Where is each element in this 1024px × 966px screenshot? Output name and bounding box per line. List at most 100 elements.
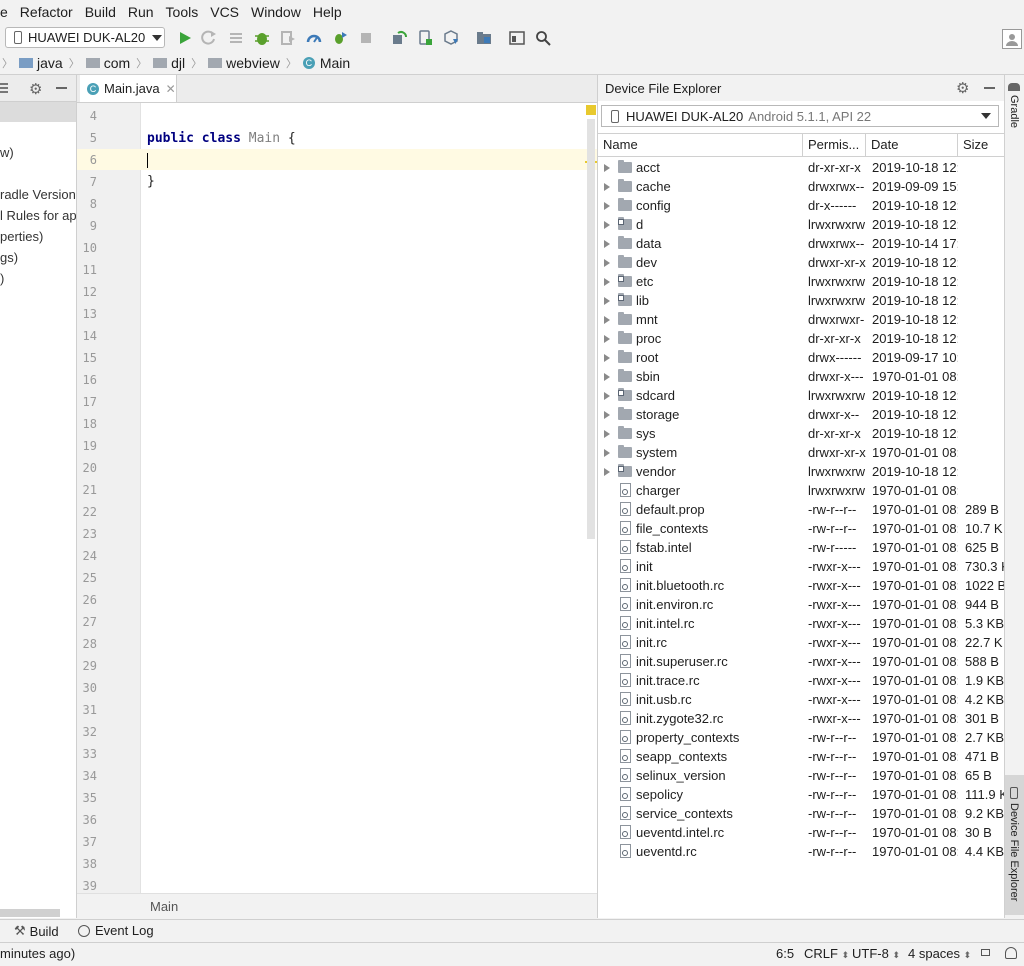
expand-arrow-icon[interactable]: [604, 278, 610, 286]
sdk-manager-icon[interactable]: [442, 29, 460, 47]
menu-help[interactable]: Help: [307, 0, 348, 24]
device-dropdown[interactable]: HUAWEI DUK-AL20 Android 5.1.1, API 22: [601, 105, 999, 127]
project-tree-item[interactable]: ): [0, 271, 4, 286]
project-structure-icon[interactable]: [475, 29, 493, 47]
avd-manager-icon[interactable]: [416, 29, 434, 47]
expand-arrow-icon[interactable]: [604, 468, 610, 476]
device-selector[interactable]: HUAWEI DUK-AL20: [5, 27, 165, 48]
file-row[interactable]: chargerlrwxrwxrw1970-01-01 08:: [598, 481, 1004, 500]
gradle-tab[interactable]: Gradle: [1008, 83, 1020, 131]
build-tool-button[interactable]: ⚒ Build: [14, 923, 59, 939]
expand-arrow-icon[interactable]: [604, 392, 610, 400]
column-date[interactable]: Date: [866, 134, 958, 156]
layout-icon[interactable]: [508, 29, 526, 47]
expand-arrow-icon[interactable]: [604, 183, 610, 191]
lock-icon[interactable]: [981, 949, 990, 956]
file-row[interactable]: seapp_contexts-rw-r--r--1970-01-01 08:47…: [598, 747, 1004, 766]
code-editor[interactable]: C Main.java ✕ 45678910111213141516171819…: [77, 75, 598, 918]
horizontal-scrollbar[interactable]: [0, 909, 60, 917]
file-row[interactable]: selinux_version-rw-r--r--1970-01-01 08:6…: [598, 766, 1004, 785]
project-tree-item[interactable]: gs): [0, 250, 18, 265]
menu-vcs[interactable]: VCS: [204, 0, 245, 24]
inspector-icon[interactable]: [1005, 947, 1017, 959]
selected-tree-row[interactable]: [0, 102, 76, 122]
file-row[interactable]: sdcardlrwxrwxrw2019-10-18 12:: [598, 386, 1004, 405]
expand-arrow-icon[interactable]: [604, 373, 610, 381]
breadcrumb-webview[interactable]: webview: [204, 55, 284, 71]
code-line-closing-brace[interactable]: }: [147, 174, 155, 189]
file-row[interactable]: init.zygote32.rc-rwxr-x---1970-01-01 08:…: [598, 709, 1004, 728]
file-row[interactable]: property_contexts-rw-r--r--1970-01-01 08…: [598, 728, 1004, 747]
file-row[interactable]: init.bluetooth.rc-rwxr-x---1970-01-01 08…: [598, 576, 1004, 595]
breadcrumb-com[interactable]: com: [82, 55, 134, 71]
expand-arrow-icon[interactable]: [604, 354, 610, 362]
line-separator[interactable]: CRLF ⬍: [804, 946, 849, 961]
file-row[interactable]: file_contexts-rw-r--r--1970-01-01 08:10.…: [598, 519, 1004, 538]
minimize-icon[interactable]: [56, 87, 67, 89]
column-size[interactable]: Size: [958, 134, 1004, 156]
file-row[interactable]: init.intel.rc-rwxr-x---1970-01-01 08:5.3…: [598, 614, 1004, 633]
file-row[interactable]: init.rc-rwxr-x---1970-01-01 08:22.7 K: [598, 633, 1004, 652]
file-row[interactable]: ueventd.rc-rw-r--r--1970-01-01 08:4.4 KB: [598, 842, 1004, 861]
project-tree-item[interactable]: radle Version: [0, 187, 76, 202]
collapse-icon[interactable]: [0, 83, 8, 85]
gear-icon[interactable]: ⚙: [29, 80, 42, 98]
file-row[interactable]: init-rwxr-x---1970-01-01 08:730.3 K: [598, 557, 1004, 576]
footer-label[interactable]: Main: [150, 899, 178, 914]
file-row[interactable]: storagedrwxr-x--2019-10-18 12:: [598, 405, 1004, 424]
file-row[interactable]: vendorlrwxrwxrw2019-10-18 12:: [598, 462, 1004, 481]
file-row[interactable]: service_contexts-rw-r--r--1970-01-01 08:…: [598, 804, 1004, 823]
project-tree-item[interactable]: perties): [0, 229, 43, 244]
file-row[interactable]: init.trace.rc-rwxr-x---1970-01-01 08:1.9…: [598, 671, 1004, 690]
project-tree-item[interactable]: w): [0, 145, 14, 160]
expand-arrow-icon[interactable]: [604, 202, 610, 210]
file-row[interactable]: etclrwxrwxrw2019-10-18 12:: [598, 272, 1004, 291]
file-row[interactable]: procdr-xr-xr-x2019-10-18 12:: [598, 329, 1004, 348]
file-row[interactable]: sepolicy-rw-r--r--1970-01-01 08:111.9 K: [598, 785, 1004, 804]
minimize-icon[interactable]: [984, 87, 995, 89]
gear-icon[interactable]: ⚙: [956, 79, 969, 97]
menu-refactor[interactable]: Refactor: [14, 0, 79, 24]
file-row[interactable]: configdr-x------2019-10-18 12:: [598, 196, 1004, 215]
code-line-class-declaration[interactable]: public class Main {: [147, 131, 296, 146]
file-row[interactable]: rootdrwx------2019-09-17 10:: [598, 348, 1004, 367]
menu-run[interactable]: Run: [122, 0, 160, 24]
menu-build[interactable]: Build: [79, 0, 122, 24]
device-file-explorer-tab[interactable]: Device File Explorer: [1005, 775, 1024, 915]
expand-arrow-icon[interactable]: [604, 221, 610, 229]
inspection-status-icon[interactable]: [586, 105, 596, 115]
caret-position[interactable]: 6:5: [776, 946, 794, 961]
profile-icon[interactable]: [305, 29, 323, 47]
file-row[interactable]: sbindrwxr-x---1970-01-01 08:: [598, 367, 1004, 386]
expand-arrow-icon[interactable]: [604, 297, 610, 305]
event-log-button[interactable]: Event Log: [78, 923, 154, 938]
rerun-icon[interactable]: [200, 29, 218, 47]
vertical-scrollbar[interactable]: [587, 119, 595, 539]
menu-tools[interactable]: Tools: [160, 0, 205, 24]
expand-arrow-icon[interactable]: [604, 164, 610, 172]
column-name[interactable]: Name: [598, 134, 803, 156]
menu-window[interactable]: Window: [245, 0, 307, 24]
file-row[interactable]: devdrwxr-xr-x2019-10-18 12:: [598, 253, 1004, 272]
debug-icon[interactable]: [253, 29, 271, 47]
apply-changes-icon[interactable]: [331, 29, 349, 47]
indent-setting[interactable]: 4 spaces ⬍: [908, 946, 971, 961]
search-icon[interactable]: [534, 29, 552, 47]
expand-arrow-icon[interactable]: [604, 240, 610, 248]
breadcrumb-java[interactable]: java: [15, 55, 67, 71]
breadcrumb-djl[interactable]: djl: [149, 55, 189, 71]
file-encoding[interactable]: UTF-8 ⬍: [852, 946, 900, 961]
file-row[interactable]: liblrwxrwxrw2019-10-18 12:: [598, 291, 1004, 310]
file-row[interactable]: init.usb.rc-rwxr-x---1970-01-01 08:4.2 K…: [598, 690, 1004, 709]
column-permissions[interactable]: Permis...: [803, 134, 866, 156]
expand-arrow-icon[interactable]: [604, 449, 610, 457]
file-row[interactable]: init.superuser.rc-rwxr-x---1970-01-01 08…: [598, 652, 1004, 671]
file-row[interactable]: acctdr-xr-xr-x2019-10-18 12:: [598, 158, 1004, 177]
expand-arrow-icon[interactable]: [604, 411, 610, 419]
run-icon[interactable]: [176, 29, 194, 47]
file-row[interactable]: default.prop-rw-r--r--1970-01-01 08:289 …: [598, 500, 1004, 519]
file-row[interactable]: fstab.intel-rw-r-----1970-01-01 08:625 B: [598, 538, 1004, 557]
sync-icon[interactable]: [390, 29, 408, 47]
file-row[interactable]: sysdr-xr-xr-x2019-10-18 12:: [598, 424, 1004, 443]
close-icon[interactable]: ✕: [166, 82, 176, 96]
